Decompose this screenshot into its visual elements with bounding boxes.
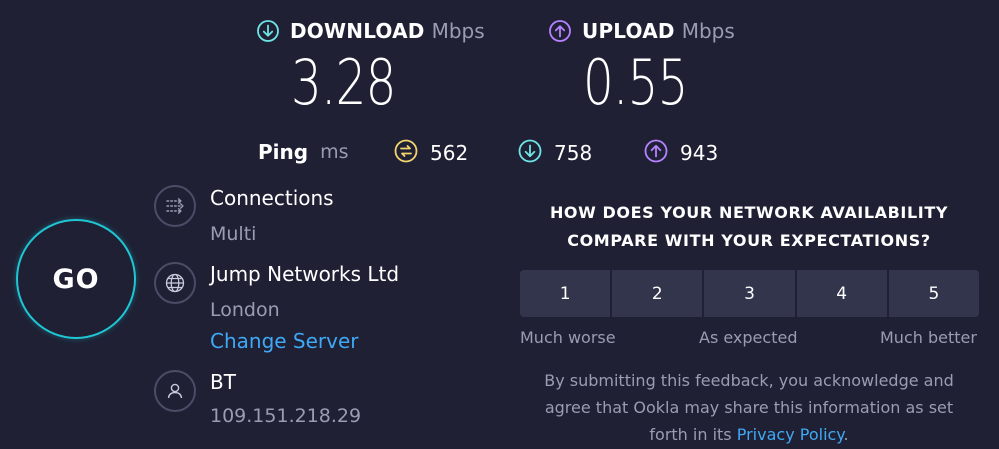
privacy-policy-link[interactable]: Privacy Policy: [737, 425, 844, 444]
rating-option-5[interactable]: 5: [888, 270, 979, 317]
user-icon: [154, 370, 196, 412]
idle-latency-icon: [394, 139, 418, 167]
download-latency-icon: [518, 139, 542, 167]
change-server-link[interactable]: Change Server: [210, 329, 359, 353]
download-label: DOWNLOAD: [290, 19, 425, 43]
feedback-disclaimer: By submitting this feedback, you acknowl…: [519, 367, 979, 448]
survey-question-line-1: HOW DOES YOUR NETWORK AVAILABILITY: [549, 203, 949, 222]
provider-name: BT: [210, 370, 236, 394]
upload-header: UPLOAD Mbps: [549, 19, 735, 43]
rating-option-4[interactable]: 4: [796, 270, 889, 317]
scale-high-label: Much better: [880, 328, 977, 347]
connections-value[interactable]: Multi: [210, 223, 256, 245]
upload-arrow-icon: [549, 20, 571, 42]
provider-ip: 109.151.218.29: [210, 405, 362, 427]
download-unit: Mbps: [431, 19, 485, 43]
disclaimer-line-3-prefix: forth in its: [649, 425, 732, 444]
rating-option-3[interactable]: 3: [704, 270, 797, 317]
upload-speed-value: 0.55: [583, 46, 688, 119]
download-arrow-icon: [257, 20, 279, 42]
scale-low-label: Much worse: [520, 328, 616, 347]
upload-label: UPLOAD: [582, 19, 675, 43]
disclaimer-line-3: forth in its Privacy Policy.: [519, 421, 979, 448]
connections-title: Connections: [210, 186, 334, 210]
disclaimer-line-3-suffix: .: [843, 425, 849, 444]
connections-icon: [154, 185, 196, 227]
upload-latency-icon: [644, 139, 668, 167]
upload-unit: Mbps: [681, 19, 735, 43]
survey-question-line-2: COMPARE WITH YOUR EXPECTATIONS?: [567, 231, 931, 250]
ping-idle-value: 562: [430, 141, 469, 165]
ping-label-group: Ping ms: [258, 140, 349, 164]
go-button[interactable]: GO: [16, 219, 136, 339]
ping-upload: 943: [644, 139, 718, 167]
ping-download: 758: [518, 139, 592, 167]
speedtest-results-panel: DOWNLOAD Mbps 3.28 UPLOAD Mbps 0.55 Ping…: [0, 0, 999, 449]
ping-unit: ms: [320, 141, 349, 163]
disclaimer-line-1: By submitting this feedback, you acknowl…: [544, 371, 954, 390]
rating-option-1[interactable]: 1: [520, 270, 613, 317]
rating-scale: 1 2 3 4 5: [520, 270, 979, 317]
server-location: London: [210, 299, 280, 321]
ping-upload-value: 943: [680, 141, 719, 165]
download-speed-value: 3.28: [291, 46, 396, 119]
survey-question: HOW DOES YOUR NETWORK AVAILABILITY COMPA…: [519, 199, 979, 255]
scale-mid-label: As expected: [699, 328, 798, 347]
ping-download-value: 758: [554, 141, 593, 165]
rating-option-2[interactable]: 2: [612, 270, 705, 317]
globe-icon: [154, 262, 196, 304]
ping-label: Ping: [258, 140, 309, 164]
ping-idle: 562: [394, 139, 468, 167]
disclaimer-line-2: agree that Ookla may share this informat…: [544, 398, 954, 417]
download-header: DOWNLOAD Mbps: [257, 19, 485, 43]
server-name: Jump Networks Ltd: [210, 262, 400, 286]
